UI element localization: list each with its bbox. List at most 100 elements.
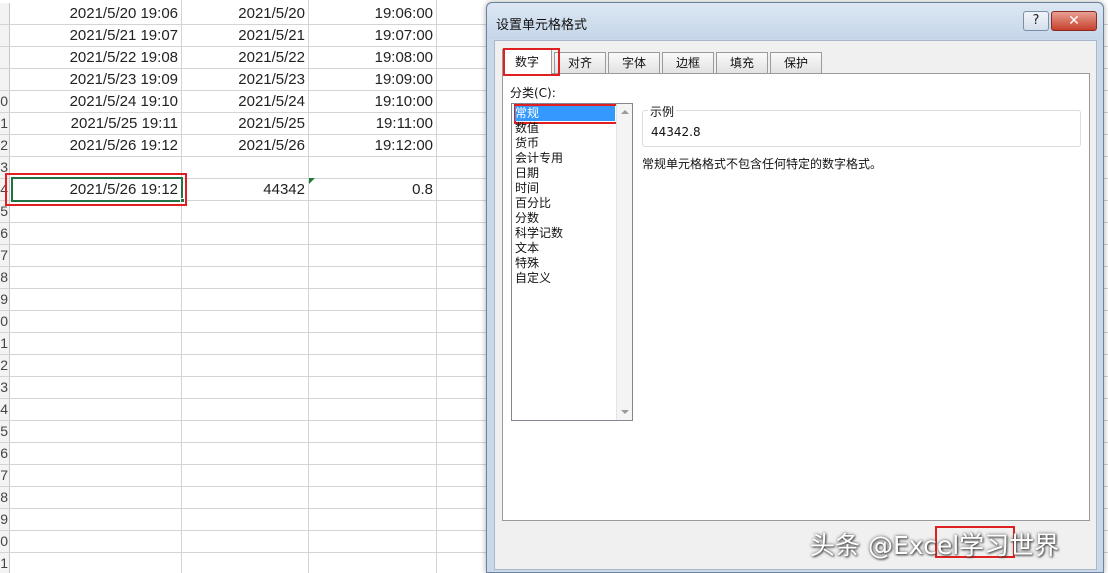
cell-datetime[interactable] [12, 487, 182, 508]
fill-handle[interactable] [180, 198, 185, 203]
cell-datetime[interactable] [12, 377, 182, 398]
cell-datetime[interactable]: 2021/5/23 19:09 [12, 69, 182, 90]
tab-fill[interactable]: 填充 [716, 52, 768, 73]
row-header[interactable]: 0 [0, 311, 10, 332]
cell-date[interactable] [182, 553, 309, 573]
cell-date[interactable]: 2021/5/20 [182, 3, 309, 24]
cell-time[interactable] [309, 157, 437, 178]
cell-datetime[interactable] [12, 333, 182, 354]
cell-datetime[interactable] [12, 443, 182, 464]
row-header[interactable]: 7 [0, 245, 10, 266]
row-header[interactable] [0, 25, 10, 46]
cell-time[interactable] [309, 377, 437, 398]
row-header[interactable]: 2 [0, 135, 10, 156]
row-header[interactable]: 9 [0, 289, 10, 310]
cell-time[interactable] [309, 355, 437, 376]
row-header[interactable]: 5 [0, 421, 10, 442]
cell-time[interactable] [309, 333, 437, 354]
cell-datetime[interactable] [12, 465, 182, 486]
category-item[interactable]: 货币 [515, 136, 539, 151]
cell-date[interactable] [182, 509, 309, 530]
cell-time[interactable] [309, 553, 437, 573]
cell-time[interactable] [309, 245, 437, 266]
category-item[interactable]: 日期 [515, 166, 539, 181]
row-header[interactable]: 7 [0, 465, 10, 486]
cell-time[interactable] [309, 465, 437, 486]
row-header[interactable]: 3 [0, 377, 10, 398]
row-header[interactable]: 6 [0, 223, 10, 244]
cell-datetime[interactable] [12, 311, 182, 332]
cell-date[interactable] [182, 465, 309, 486]
cell-date[interactable] [182, 355, 309, 376]
cell-date[interactable] [182, 223, 309, 244]
cell-datetime[interactable] [12, 267, 182, 288]
row-header[interactable]: 9 [0, 509, 10, 530]
row-header[interactable]: 4 [0, 399, 10, 420]
category-item[interactable]: 特殊 [515, 256, 539, 271]
cell-time[interactable] [309, 509, 437, 530]
cell-date[interactable] [182, 157, 309, 178]
cell-date[interactable] [182, 443, 309, 464]
cell-datetime[interactable] [12, 509, 182, 530]
cell-datetime[interactable]: 2021/5/21 19:07 [12, 25, 182, 46]
category-item[interactable]: 会计专用 [515, 151, 563, 166]
tab-alignment[interactable]: 对齐 [554, 52, 606, 73]
cell-datetime[interactable] [12, 355, 182, 376]
row-header[interactable] [0, 69, 10, 90]
category-item[interactable]: 时间 [515, 181, 539, 196]
row-header[interactable] [0, 47, 10, 68]
category-item[interactable]: 常规 [515, 106, 615, 121]
cell-date[interactable] [182, 421, 309, 442]
cell-date[interactable] [182, 201, 309, 222]
close-button[interactable]: ✕ [1051, 11, 1097, 31]
active-cell-border[interactable] [11, 177, 183, 202]
cell-time[interactable] [309, 487, 437, 508]
row-header[interactable]: 8 [0, 267, 10, 288]
cell-datetime[interactable] [12, 245, 182, 266]
cell-datetime[interactable]: 2021/5/20 19:06 [12, 3, 182, 24]
category-scrollbar[interactable] [616, 104, 632, 420]
row-header[interactable]: 1 [0, 333, 10, 354]
category-item[interactable]: 文本 [515, 241, 539, 256]
cell-datetime[interactable] [12, 421, 182, 442]
cell-time[interactable] [309, 531, 437, 552]
cell-date[interactable] [182, 311, 309, 332]
cell-date[interactable]: 2021/5/23 [182, 69, 309, 90]
cell-time[interactable] [309, 267, 437, 288]
cell-time[interactable] [309, 223, 437, 244]
category-list[interactable]: 常规 数值 货币 会计专用 日期 时间 百分比 分数 科学记数 文本 特殊 自定义 [511, 103, 633, 421]
cell-date[interactable] [182, 531, 309, 552]
cell-datetime[interactable] [12, 553, 182, 573]
tab-protection[interactable]: 保护 [770, 52, 822, 73]
cell-date[interactable]: 2021/5/22 [182, 47, 309, 68]
cell-date[interactable]: 44342 [182, 179, 309, 200]
cell-datetime[interactable] [12, 399, 182, 420]
cell-date[interactable]: 2021/5/26 [182, 135, 309, 156]
cell-datetime[interactable]: 2021/5/24 19:10 [12, 91, 182, 112]
cell-time[interactable]: 19:07:00 [309, 25, 437, 46]
row-header[interactable]: 1 [0, 113, 10, 134]
cell-time[interactable]: 19:11:00 [309, 113, 437, 134]
cell-date[interactable] [182, 267, 309, 288]
row-header[interactable]: 6 [0, 443, 10, 464]
row-header[interactable]: 0 [0, 91, 10, 112]
scroll-down-icon[interactable] [621, 410, 629, 414]
cell-time[interactable]: 19:12:00 [309, 135, 437, 156]
cell-datetime[interactable]: 2021/5/25 19:11 [12, 113, 182, 134]
row-header[interactable]: 8 [0, 487, 10, 508]
cell-datetime[interactable]: 2021/5/26 19:12 [12, 135, 182, 156]
row-header[interactable]: 2 [0, 355, 10, 376]
category-item[interactable]: 分数 [515, 211, 539, 226]
category-item[interactable]: 百分比 [515, 196, 551, 211]
cell-time[interactable] [309, 443, 437, 464]
tab-border[interactable]: 边框 [662, 52, 714, 73]
cell-datetime[interactable] [12, 223, 182, 244]
help-button[interactable]: ? [1023, 11, 1049, 31]
category-item[interactable]: 科学记数 [515, 226, 563, 241]
cell-time[interactable] [309, 399, 437, 420]
cell-date[interactable] [182, 245, 309, 266]
category-item[interactable]: 自定义 [515, 271, 551, 286]
cell-time[interactable]: 19:08:00 [309, 47, 437, 68]
cell-time[interactable] [309, 289, 437, 310]
cell-date[interactable] [182, 377, 309, 398]
